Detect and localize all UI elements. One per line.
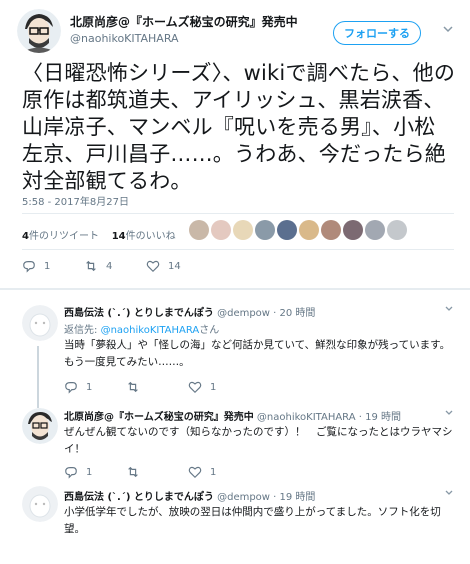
liker-avatar[interactable] (343, 220, 363, 240)
liker-avatar[interactable] (321, 220, 341, 240)
author-handle[interactable]: @naohikoKITAHARA (70, 32, 179, 45)
likes-count[interactable]: 14 (112, 231, 126, 242)
reply-header: 北原尚彦@『ホームズ秘宝の研究』発売中 @naohikoKITAHARA · 1… (64, 412, 402, 423)
liker-avatar[interactable] (233, 220, 253, 240)
follow-button[interactable]: フォローする (333, 21, 421, 45)
reply-icon (65, 467, 77, 479)
reply-author-handle[interactable]: @naohikoKITAHARA (257, 412, 356, 423)
reply-actions: 1 1 (64, 380, 250, 394)
chevron-down-icon[interactable] (444, 408, 454, 421)
reply-count: 1 (86, 381, 93, 393)
liker-avatar[interactable] (365, 220, 385, 240)
author-avatar[interactable] (17, 9, 61, 53)
reply-author-name[interactable]: 北原尚彦@『ホームズ秘宝の研究』発売中 (64, 412, 254, 423)
reply-text: ぜんぜん観てないのです（知らなかったのです）！ ご覧になったとはウラヤマシイ！ (64, 426, 453, 455)
reply-count: 1 (44, 260, 51, 272)
likes-label[interactable]: 件のいいね (126, 231, 176, 242)
reply-actions: 1 1 (64, 465, 250, 479)
liker-avatar[interactable] (255, 220, 275, 240)
author-name[interactable]: 北原尚彦@『ホームズ秘宝の研究』発売中 (70, 13, 298, 30)
liker-avatar[interactable] (211, 220, 231, 240)
reply-to-line: 返信先: @naohikoKITAHARAさん (64, 321, 219, 336)
reply-tweet[interactable]: 北原尚彦@『ホームズ秘宝の研究』発売中 @naohikoKITAHARA · 1… (0, 402, 470, 480)
chevron-down-icon[interactable] (444, 304, 454, 317)
reply-button[interactable]: 1 (64, 465, 126, 479)
replier-avatar[interactable] (22, 408, 58, 444)
chevron-down-icon[interactable] (442, 23, 454, 35)
liker-avatar[interactable] (299, 220, 319, 240)
reply-header: 西島伝法 (`.´) とりしまでんぽう @dempow · 20 時間 (64, 308, 316, 319)
replier-avatar[interactable] (22, 486, 58, 522)
liker-avatars (189, 220, 407, 240)
divider (22, 249, 454, 250)
reply-count: 1 (86, 466, 93, 478)
tweet-timestamp[interactable]: 5:58 - 2017年8月27日 (22, 193, 129, 208)
reply-author-handle[interactable]: @dempow (217, 492, 270, 503)
reply-author-handle[interactable]: @dempow (217, 308, 270, 319)
tweet-actions: 1 4 14 (22, 259, 208, 273)
like-icon (146, 260, 160, 273)
main-tweet: 北原尚彦@『ホームズ秘宝の研究』発売中 @naohikoKITAHARA フォロ… (0, 0, 470, 288)
thread-line (37, 346, 39, 402)
reply-time[interactable]: 19 時間 (280, 492, 316, 503)
reply-button[interactable]: 1 (64, 380, 126, 394)
like-button[interactable]: 1 (188, 380, 250, 394)
reply-text: 小学低学年でしたが、放映の翌日は仲間内で盛り上がってました。ソフト化を切望。 (64, 506, 441, 535)
like-icon (188, 381, 202, 394)
retweet-count: 4 (106, 260, 113, 272)
reply-author-name[interactable]: 西島伝法 (`.´) とりしまでんぽう (64, 308, 214, 319)
liker-avatar[interactable] (277, 220, 297, 240)
retweet-button[interactable] (126, 380, 188, 394)
reply-text: 当時「夢殺人」や「怪しの海」など何話か見ていて、鮮烈な印象が残っています。もう一… (64, 339, 451, 368)
like-icon (188, 466, 202, 479)
like-count: 1 (210, 466, 217, 478)
reply-author-name[interactable]: 西島伝法 (`.´) とりしまでんぽう (64, 492, 214, 503)
liker-avatar[interactable] (387, 220, 407, 240)
retweet-icon (128, 466, 138, 478)
reply-to-suffix: さん (199, 325, 220, 336)
chevron-down-icon[interactable] (444, 488, 454, 501)
replier-avatar[interactable] (22, 305, 58, 341)
reply-button[interactable]: 1 (22, 259, 84, 273)
reply-time[interactable]: 19 時間 (365, 412, 401, 423)
reply-time[interactable]: 20 時間 (280, 308, 316, 319)
like-button[interactable]: 1 (188, 465, 250, 479)
reply-to-prefix: 返信先: (64, 325, 101, 336)
tweet-text: 〈日曜恐怖シリーズ〉、wikiで調べたら、他の原作は都筑道夫、アイリッシュ、黒岩… (22, 61, 456, 193)
reply-tweet[interactable]: 西島伝法 (`.´) とりしまでんぽう @dempow · 20 時間 返信先:… (0, 290, 470, 402)
like-button[interactable]: 14 (146, 259, 208, 273)
retweet-icon (128, 381, 138, 393)
retweets-label[interactable]: 件のリツイート (29, 231, 99, 242)
reply-icon (65, 382, 77, 394)
retweet-icon (86, 260, 96, 272)
like-count: 1 (210, 381, 217, 393)
reply-to-mention[interactable]: @naohikoKITAHARA (101, 325, 200, 336)
tweet-stats: 4件のリツイート 14件のいいね (22, 227, 176, 242)
retweets-count[interactable]: 4 (22, 231, 29, 242)
liker-avatar[interactable] (189, 220, 209, 240)
divider (22, 213, 454, 214)
retweet-button[interactable]: 4 (84, 259, 146, 273)
like-count: 14 (168, 260, 181, 272)
reply-header: 西島伝法 (`.´) とりしまでんぽう @dempow · 19 時間 (64, 492, 316, 503)
retweet-button[interactable] (126, 465, 188, 479)
reply-tweet[interactable]: 西島伝法 (`.´) とりしまでんぽう @dempow · 19 時間 小学低学… (0, 480, 470, 564)
reply-icon (23, 261, 35, 273)
